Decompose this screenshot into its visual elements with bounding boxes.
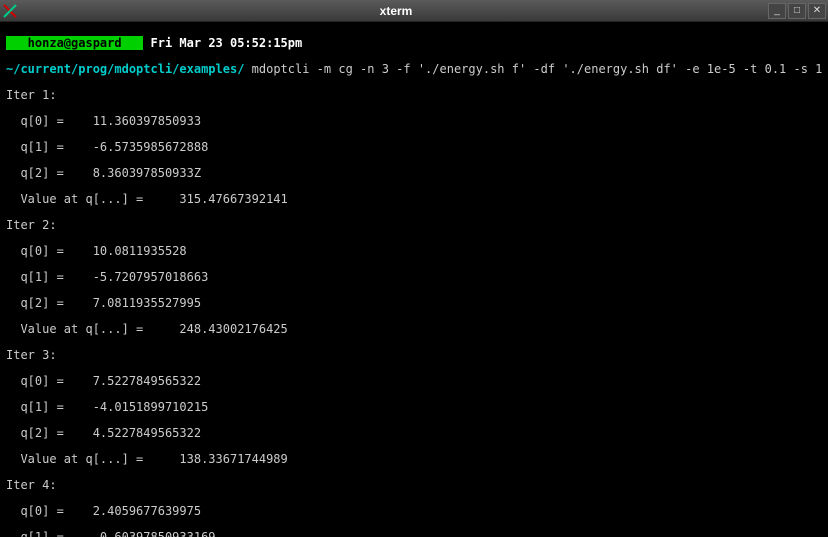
output-line: Value at q[...] = 248.43002176425 [6,323,822,336]
output-line: Value at q[...] = 315.47667392141 [6,193,822,206]
output-line: Iter 4: [6,479,822,492]
output-line: q[2] = 7.0811935527995 [6,297,822,310]
output-line: q[1] = -5.7207957018663 [6,271,822,284]
output-line: Value at q[...] = 138.33671744989 [6,453,822,466]
output-line: q[2] = 4.5227849565322 [6,427,822,440]
window-title: xterm [24,4,768,18]
prompt-command-line: ~/current/prog/mdoptcli/examples/ mdoptc… [6,63,822,76]
output-line: Iter 1: [6,89,822,102]
prompt-path: ~/current/prog/mdoptcli/examples/ [6,62,244,76]
window-controls: _ □ ✕ [768,3,826,19]
output-line: q[0] = 10.0811935528 [6,245,822,258]
xterm-window: xterm _ □ ✕ honza@gaspard Fri Mar 23 05:… [0,0,828,537]
output-line: Iter 2: [6,219,822,232]
output-line: q[1] = -0.60397850933169 [6,531,822,537]
output-line: q[1] = -6.5735985672888 [6,141,822,154]
minimize-button[interactable]: _ [768,3,786,19]
datetime: Fri Mar 23 05:52:15pm [151,36,303,50]
output-line: q[0] = 7.5227849565322 [6,375,822,388]
command-text: mdoptcli -m cg -n 3 -f './energy.sh f' -… [252,62,828,76]
prompt-status-line: honza@gaspard Fri Mar 23 05:52:15pm [6,37,822,50]
maximize-button[interactable]: □ [788,3,806,19]
titlebar[interactable]: xterm _ □ ✕ [0,0,828,22]
user-host: honza@gaspard [6,36,143,50]
output-line: q[2] = 8.360397850933Z [6,167,822,180]
close-button[interactable]: ✕ [808,3,826,19]
output-line: q[1] = -4.0151899710215 [6,401,822,414]
terminal[interactable]: honza@gaspard Fri Mar 23 05:52:15pm ~/cu… [0,22,828,537]
app-icon [2,3,18,19]
output-line: Iter 3: [6,349,822,362]
output-line: q[0] = 2.4059677639975 [6,505,822,518]
output-line: q[0] = 11.360397850933 [6,115,822,128]
